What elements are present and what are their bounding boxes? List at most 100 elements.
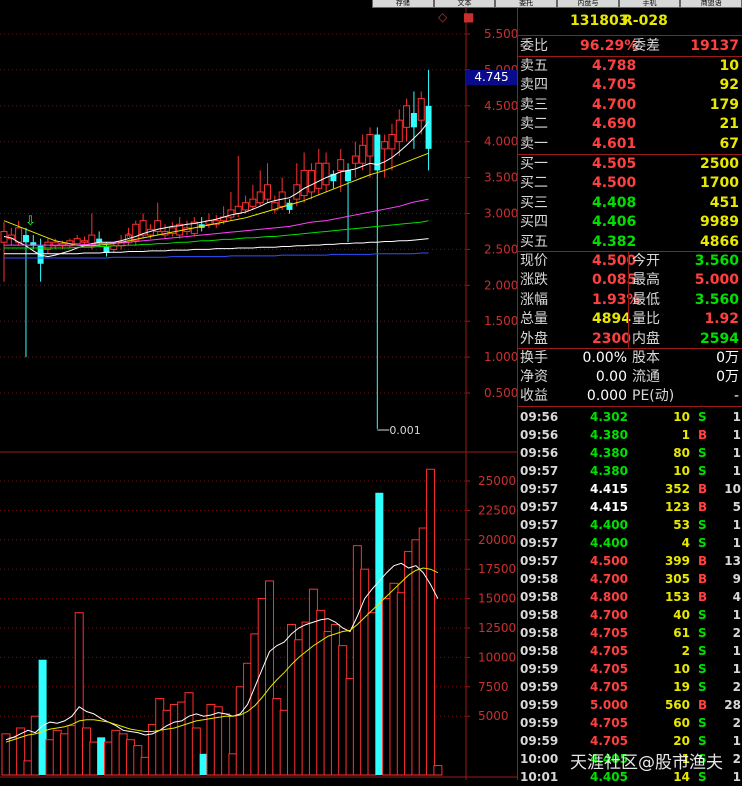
tick-price: 4.380 [590, 446, 628, 460]
asks-row[interactable]: 卖五 4.788 10 [518, 57, 742, 76]
candle-body [381, 141, 389, 150]
asks-row[interactable]: 卖三 4.700 179 [518, 96, 742, 115]
tick-count: 28 [724, 698, 741, 712]
tick-direction: B [698, 698, 708, 712]
volume-bar [23, 760, 33, 776]
tick-price: 4.705 [590, 626, 628, 640]
tick-row[interactable]: 09:58 4.705 2 S 1 [518, 642, 742, 660]
candle-body [345, 170, 352, 182]
quote-value: 2300 [592, 330, 631, 347]
tick-volume: 123 [664, 500, 690, 514]
quote-label: 最高 [632, 272, 660, 289]
tick-time: 09:58 [520, 590, 559, 604]
tick-volume: 80 [673, 446, 690, 460]
volume-bar [338, 645, 348, 776]
asks-row[interactable]: 卖一 4.601 67 [518, 135, 742, 154]
tick-row[interactable]: 09:59 4.705 60 S 2 [518, 714, 742, 732]
tab-text[interactable]: 文本 [433, 0, 496, 8]
volume-bar [111, 729, 121, 776]
tick-row[interactable]: 09:59 4.705 19 S 2 [518, 678, 742, 696]
asks-row[interactable]: 卖四 4.705 92 [518, 76, 742, 95]
candle-body [359, 144, 367, 164]
tick-volume: 40 [673, 608, 690, 622]
tick-count: 1 [732, 608, 741, 622]
asks-row[interactable]: 卖二 4.690 21 [518, 115, 742, 134]
volume-bar [382, 598, 392, 776]
tick-count: 1 [732, 428, 741, 442]
tick-direction: B [698, 428, 708, 442]
commission-ratio: 96.29% [580, 38, 639, 54]
fundamental-label: 收益 [520, 388, 548, 405]
candle-body [307, 169, 315, 193]
candle-body [300, 169, 308, 197]
volume-bar [345, 678, 355, 776]
price-tick-label: 4.000 [484, 135, 517, 149]
bids-row[interactable]: 买五 4.382 4866 [518, 233, 742, 252]
volume-tick-label: 7500 [478, 680, 509, 694]
tick-volume: 305 [664, 572, 690, 586]
tick-row[interactable]: 09:58 4.700 40 S 1 [518, 606, 742, 624]
candle-body [351, 155, 359, 164]
tick-row[interactable]: 09:57 4.500 399 B 13 [518, 552, 742, 570]
tab-storage[interactable]: 存储 [372, 0, 434, 8]
diamond-toggle-icons[interactable]: ◇ ■ [438, 10, 480, 24]
bids-volume: 4866 [700, 233, 739, 250]
tick-count: 1 [732, 446, 741, 460]
tick-row[interactable]: 09:58 4.705 61 S 2 [518, 624, 742, 642]
volume-bar [279, 709, 289, 776]
volume-bar [316, 609, 326, 776]
tick-row[interactable]: 09:56 4.380 1 B 1 [518, 426, 742, 444]
volume-bar [89, 741, 99, 776]
fundamental-value: 0.00 [595, 369, 627, 386]
bids-price: 4.406 [592, 214, 637, 231]
tick-count: 1 [732, 536, 741, 550]
quote-value: 0.085 [592, 272, 637, 289]
tick-row[interactable]: 09:56 4.380 80 S 1 [518, 444, 742, 462]
candle-body [81, 240, 89, 243]
tick-row[interactable]: 09:58 4.800 153 B 4 [518, 588, 742, 606]
bids-volume: 1700 [700, 175, 739, 192]
quote-row: 现价 4.500 今开 3.560 [518, 252, 742, 271]
tick-volume: 10 [673, 464, 690, 478]
candle-body [73, 238, 81, 245]
tick-row[interactable]: 09:57 4.400 4 S 1 [518, 534, 742, 552]
price-tick-label: 3.500 [484, 171, 517, 185]
kline-chart[interactable]: 5.5005.0004.5004.0003.5003.0002.5002.000… [0, 0, 517, 780]
quote-label: 外盘 [520, 330, 548, 347]
volume-tick-label: 17500 [478, 562, 516, 576]
tab-order[interactable]: 委托 [495, 0, 558, 8]
tick-row[interactable]: 09:57 4.400 53 S 1 [518, 516, 742, 534]
tick-row[interactable]: 09:59 4.705 10 S 1 [518, 660, 742, 678]
tick-row[interactable]: 09:57 4.415 123 B 5 [518, 498, 742, 516]
commission-row: 委比 96.29% 委差 19137 [518, 37, 742, 56]
tick-row[interactable]: 09:57 4.380 10 S 1 [518, 462, 742, 480]
asks-price: 4.700 [592, 96, 637, 113]
security-code: 131803 [570, 13, 629, 29]
asks-volume: 179 [709, 96, 739, 113]
bids-price: 4.505 [592, 156, 637, 172]
volume-tick-label: 12500 [478, 621, 516, 635]
volume-bar [330, 623, 340, 776]
volume-bar [228, 753, 238, 776]
volume-bar [103, 741, 113, 776]
bids-row[interactable]: 买三 4.408 451 [518, 194, 742, 213]
bids-row[interactable]: 买四 4.406 9989 [518, 213, 742, 232]
volume-bar [52, 729, 62, 776]
tick-count: 2 [732, 752, 741, 766]
tab-inner[interactable]: 内盘与 [557, 0, 619, 8]
price-tick-label: 1.000 [484, 350, 517, 364]
price-tick-label: 2.500 [484, 242, 517, 256]
tick-direction: B [698, 572, 708, 586]
tick-volume: 61 [673, 626, 690, 640]
tick-row[interactable]: 09:56 4.302 10 S 1 [518, 408, 742, 426]
tick-row[interactable]: 09:57 4.415 352 B 10 [518, 480, 742, 498]
tick-count: 1 [732, 644, 741, 658]
tick-row[interactable]: 09:58 4.700 305 B 9 [518, 570, 742, 588]
tab-mobile[interactable]: 手机 [618, 0, 681, 8]
tab-alliance[interactable]: 商盟语 [680, 0, 742, 8]
quote-row: 总量 4894 量比 1.92 [518, 310, 742, 329]
tick-time: 09:56 [520, 446, 559, 460]
bids-row[interactable]: 买一 4.505 2500 [518, 155, 742, 174]
tick-row[interactable]: 09:59 5.000 560 B 28 [518, 696, 742, 714]
bids-row[interactable]: 买二 4.500 1700 [518, 174, 742, 193]
